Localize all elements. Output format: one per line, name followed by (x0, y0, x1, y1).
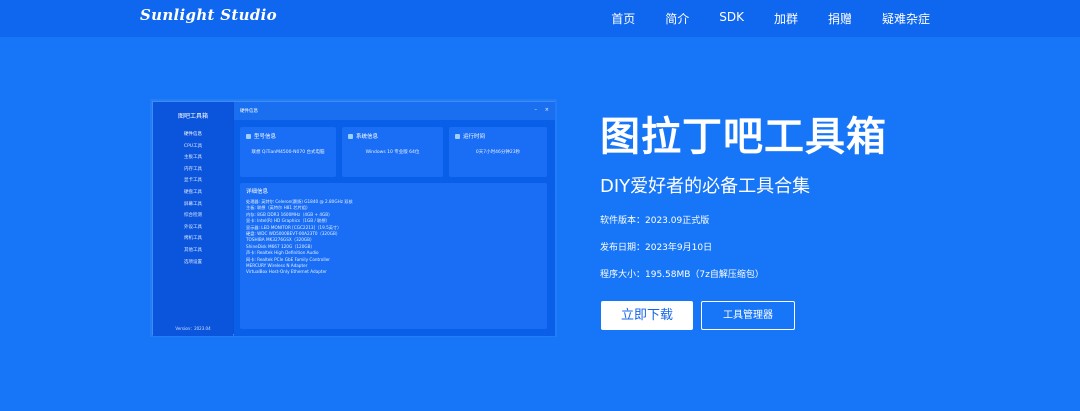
preview-menu-item: CPU工具 (183, 143, 203, 149)
nav-donate[interactable]: 捐赠 (828, 10, 852, 27)
preview-menu-item: 内存工具 (184, 166, 202, 172)
preview-menu-item: 主板工具 (184, 155, 202, 161)
download-button[interactable]: 立即下载 (601, 301, 693, 330)
detail-line: VirtualBox Host-Only Ethernet Adapter (246, 269, 327, 275)
hero-title: 图拉丁吧工具箱 (600, 114, 887, 160)
preview-titlebar: 硬件信息 – × (234, 102, 555, 120)
detail-lines: 处理器: 英特尔 Celeron(赛扬) G1840 @ 2.80GHz 双核 … (246, 199, 353, 276)
windows-icon (348, 133, 353, 139)
card-value: 0天7小时46分钟23秒 (475, 150, 521, 155)
card-title: 系统信息 (356, 134, 379, 140)
preview-card-system: 系统信息 Windows 10 专业版 64位 (342, 127, 443, 177)
preview-sidebar: 图吧工具箱 硬件信息 CPU工具 主板工具 内存工具 显卡工具 硬盘工具 屏幕工… (153, 102, 233, 336)
preview-menu-item: 硬盘工具 (184, 189, 202, 195)
preview-main-panel: 硬件信息 – × 型号信息 联想 QiTianM4500-N070 台式电脑 系… (234, 102, 555, 336)
preview-menu-item: 其他工具 (184, 247, 202, 253)
detail-title: 详细信息 (246, 189, 269, 195)
hero-subtitle: DIY爱好者的必备工具合集 (600, 176, 811, 197)
clock-icon (455, 133, 460, 139)
preview-menu-item: 外设工具 (184, 224, 202, 230)
preview-menu-item: 硬件信息 (184, 132, 202, 137)
preview-menu: 硬件信息 CPU工具 主板工具 内存工具 显卡工具 硬盘工具 屏幕工具 综合检测… (153, 129, 233, 268)
minimize-icon: – (534, 107, 538, 113)
main-nav: 首页 简介 SDK 加群 捐赠 疑难杂症 (611, 10, 930, 27)
preview-menu-item: 屏幕工具 (184, 201, 202, 207)
release-date-info: 发布日期：2023年9月10日 (600, 243, 713, 253)
card-title: 运行时间 (463, 134, 486, 140)
app-preview-screenshot: 图吧工具箱 硬件信息 CPU工具 主板工具 内存工具 显卡工具 硬盘工具 屏幕工… (152, 101, 555, 336)
preview-card-uptime: 运行时间 0天7小时46分钟23秒 (449, 127, 547, 177)
preview-menu-item: 烤机工具 (184, 236, 202, 242)
close-icon: × (544, 107, 549, 113)
card-value: 联想 QiTianM4500-N070 台式电脑 (251, 150, 325, 155)
site-logo[interactable]: Sunlight Studio (140, 6, 277, 24)
card-title: 型号信息 (254, 134, 277, 140)
preview-brand: 图吧工具箱 (177, 113, 208, 120)
preview-detail-panel: 详细信息 处理器: 英特尔 Celeron(赛扬) G1840 @ 2.80GH… (240, 183, 547, 329)
detail-line: 显示器: LED MONITOR [CGC2213]（19.5英寸） (246, 224, 342, 230)
nav-home[interactable]: 首页 (611, 10, 635, 27)
nav-intro[interactable]: 简介 (665, 10, 689, 27)
top-navbar: Sunlight Studio 首页 简介 SDK 加群 捐赠 疑难杂症 (0, 0, 1080, 37)
version-info: 软件版本：2023.09正式版 (600, 216, 710, 226)
preview-window-title: 硬件信息 (240, 109, 258, 114)
nav-faq[interactable]: 疑难杂症 (882, 10, 930, 27)
monitor-icon (246, 133, 251, 139)
preview-menu-item: 显卡工具 (184, 178, 202, 184)
size-info: 程序大小：195.58MB（7z自解压缩包） (600, 270, 764, 280)
card-value: Windows 10 专业版 64位 (365, 150, 420, 155)
preview-menu-item: 综合检测 (184, 213, 202, 219)
nav-join-group[interactable]: 加群 (774, 10, 798, 27)
preview-version: Version：2023.04 (175, 326, 211, 331)
tool-manager-button[interactable]: 工具管理器 (701, 301, 795, 330)
preview-card-model: 型号信息 联想 QiTianM4500-N070 台式电脑 (240, 127, 336, 177)
preview-menu-item: 选项设置 (184, 259, 202, 265)
nav-sdk[interactable]: SDK (719, 10, 744, 27)
